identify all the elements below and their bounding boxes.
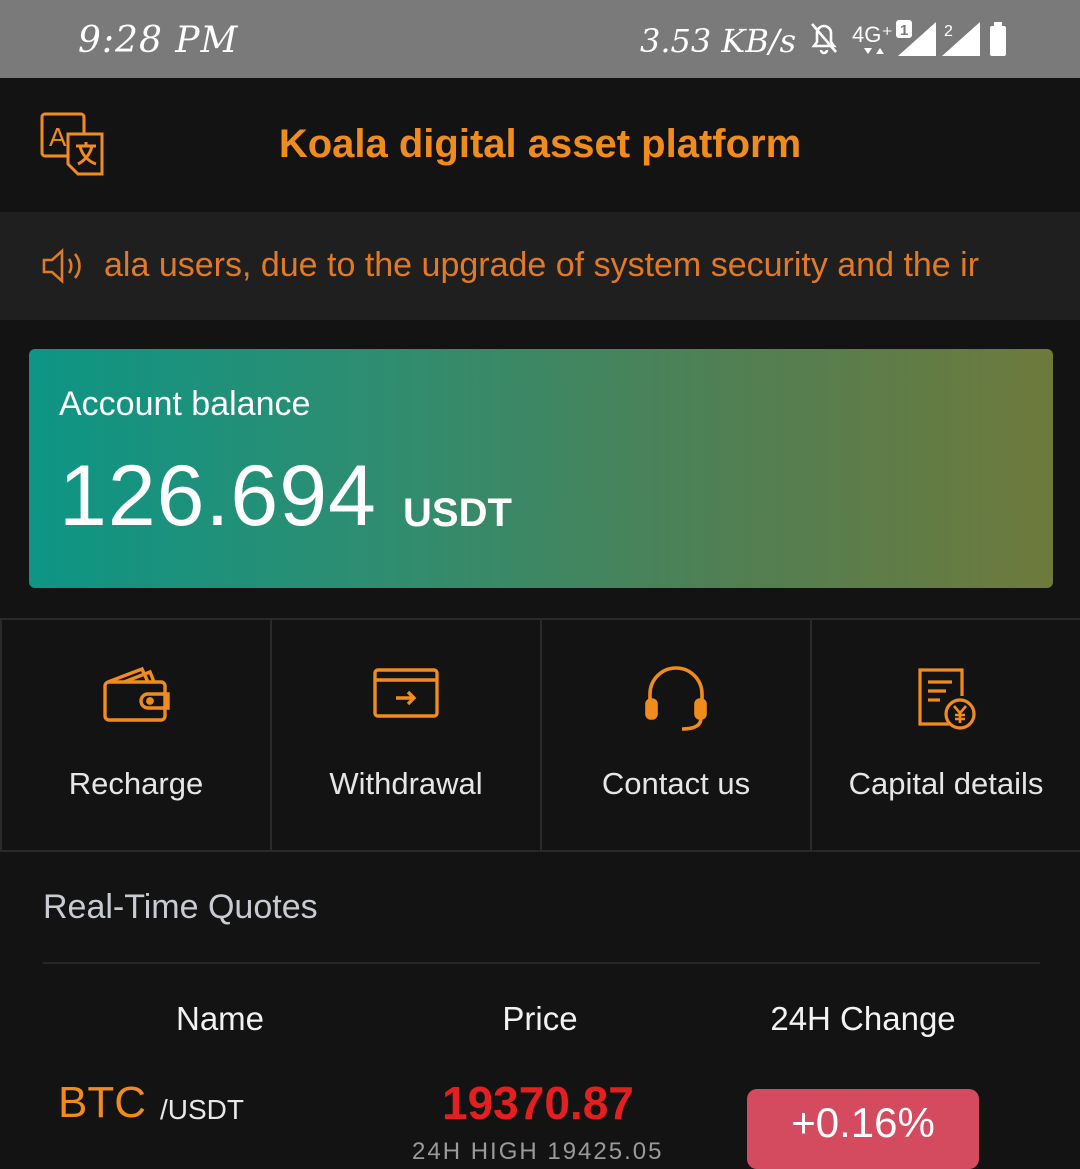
coin-24h-high: 24H HIGH 19425.05 — [412, 1138, 664, 1165]
notice-marquee[interactable]: ala users, due to the upgrade of system … — [0, 212, 1080, 320]
contact-us-label: Contact us — [601, 766, 751, 801]
capital-details-label: Capital details — [848, 766, 1044, 801]
status-net-speed: 3.53 KB/s — [640, 22, 797, 60]
recharge-button[interactable]: Recharge — [0, 620, 272, 850]
withdrawal-label: Withdrawal — [329, 766, 483, 801]
app-header: A Koala digital asset platform — [0, 78, 1080, 212]
action-grid: Recharge Withdrawal Contact us Capital d… — [0, 618, 1080, 852]
bell-off-icon — [811, 23, 837, 55]
sim2-label: 2 — [944, 23, 953, 40]
column-header-change: 24H Change — [770, 1000, 956, 1037]
quotes-title: Real-Time Quotes — [43, 888, 318, 926]
wallet-icon — [102, 666, 170, 729]
withdrawal-button[interactable]: Withdrawal — [272, 620, 542, 850]
bill-yen-icon — [914, 666, 978, 737]
recharge-label: Recharge — [68, 766, 204, 801]
page-title: Koala digital asset platform — [278, 122, 802, 166]
quotes-divider — [43, 962, 1040, 964]
status-icons: 4G⁺ 1 2 — [808, 18, 1023, 65]
balance-unit: USDT — [403, 491, 512, 535]
column-header-name: Name — [175, 1000, 265, 1037]
speaker-icon — [42, 248, 84, 289]
coin-pair: /USDT — [160, 1094, 244, 1125]
battery-icon — [990, 22, 1006, 56]
network-type-label: 4G⁺ — [852, 22, 893, 47]
coin-price: 19370.87 — [442, 1077, 634, 1129]
change-badge: +0.16% — [747, 1089, 979, 1169]
balance-amount: 126.694 — [59, 448, 377, 544]
capital-details-button[interactable]: Capital details — [812, 620, 1080, 850]
notice-text: ala users, due to the upgrade of system … — [104, 246, 980, 284]
coin-name: BTC — [58, 1078, 146, 1127]
status-time: 9:28 PM — [78, 20, 239, 61]
headset-icon — [644, 666, 708, 739]
balance-label: Account balance — [59, 385, 311, 423]
withdraw-card-icon — [372, 666, 440, 725]
contact-us-button[interactable]: Contact us — [542, 620, 812, 850]
balance-card: Account balance 126.694 USDT — [29, 349, 1053, 588]
sim1-label: 1 — [900, 22, 908, 39]
status-bar: 9:28 PM 3.53 KB/s 4G⁺ 1 2 — [0, 0, 1080, 78]
column-header-price: Price — [502, 1000, 578, 1037]
